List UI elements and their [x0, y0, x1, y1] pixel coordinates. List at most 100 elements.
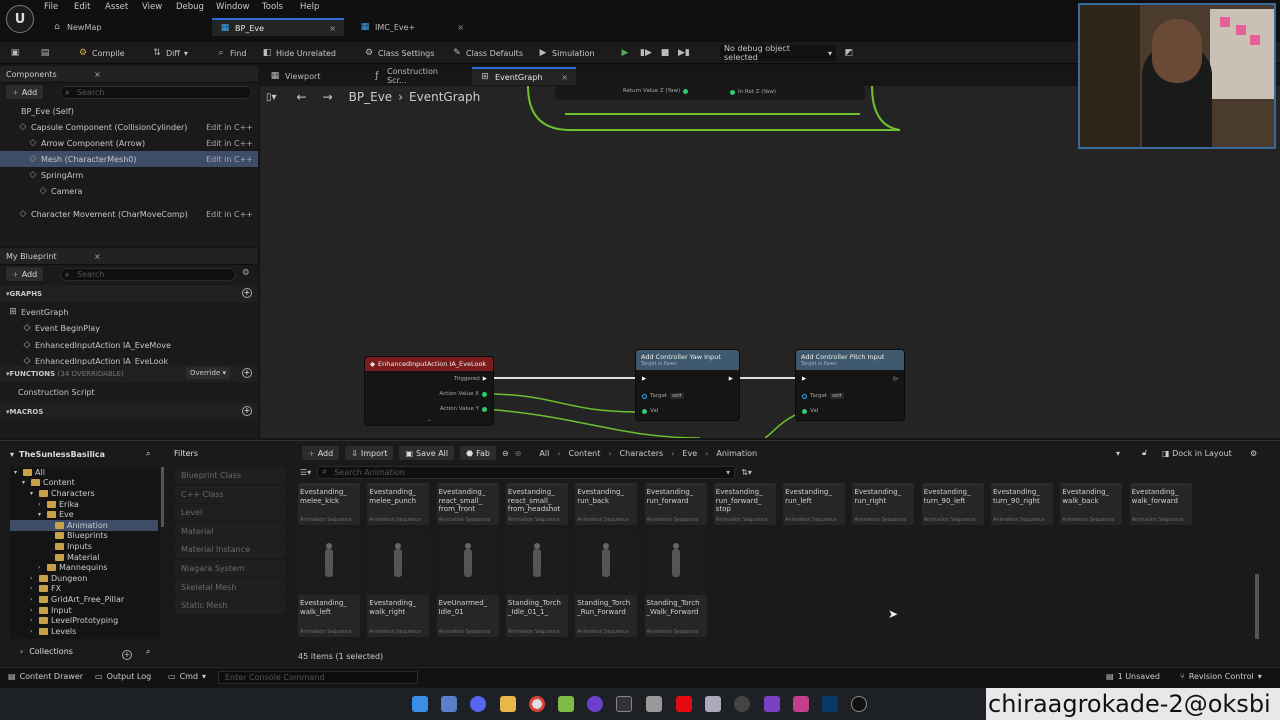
path-dropdown-icon[interactable]: ▾: [1116, 449, 1120, 458]
asset-tile[interactable]: Evestanding_ turn_90_left Animation Seque…: [921, 483, 984, 525]
revision-control-button[interactable]: ⑂ Revision Control ▾: [1180, 672, 1262, 681]
fab-button[interactable]: ⬣ Fab: [460, 446, 496, 460]
component-capsule[interactable]: ◇ Capsule Component (CollisionCylinder) Ed…: [0, 119, 258, 135]
action-value-x-pin[interactable]: Action Value X: [439, 391, 487, 397]
add-function-icon[interactable]: +: [242, 368, 252, 378]
asset-tile[interactable]: Evestanding_ walk_right Animation Sequenc…: [367, 531, 430, 637]
collections-header[interactable]: › Collections + ⌕: [20, 647, 160, 660]
folder-gridart-free-pillar[interactable]: › GridArt_Free_Pillar: [10, 594, 158, 605]
edit-in-cpp-link[interactable]: Edit in C++: [206, 139, 253, 148]
filter-skeletal-mesh[interactable]: Skeletal Mesh: [175, 578, 285, 596]
filter-icon[interactable]: ☰▾: [300, 468, 311, 477]
edit-in-cpp-link[interactable]: Edit in C++: [206, 123, 253, 132]
pitch-exec-out-pin[interactable]: ▷: [894, 376, 898, 382]
save-icon[interactable]: ▣: [10, 45, 20, 61]
asset-tile[interactable]: Standing_Torch _Idle_01_1_ Animation Sequ…: [505, 531, 568, 637]
file-explorer-icon[interactable]: [500, 696, 516, 712]
asset-tile[interactable]: Evestanding_ react_small_ from_headshot A…: [505, 483, 568, 525]
stop-button[interactable]: ■: [660, 45, 670, 61]
path-characters[interactable]: Characters: [620, 449, 664, 458]
components-search-input[interactable]: ⌕ Search: [60, 86, 252, 99]
folder-levels[interactable]: › Levels: [10, 626, 158, 637]
filter-level[interactable]: Level: [175, 504, 285, 522]
cmd-dropdown[interactable]: ▭ Cmd ▾: [168, 672, 206, 681]
asset-tile[interactable]: Evestanding_ turn_90_right Animation Sequ…: [991, 483, 1053, 525]
component-camera[interactable]: ◇ Camera: [0, 183, 258, 199]
filter-c-class[interactable]: C++ Class: [175, 485, 285, 503]
add-component-button[interactable]: + Add: [6, 85, 44, 99]
asset-tile[interactable]: Evestanding_ walk_back Animation Sequence: [1060, 483, 1123, 525]
folder-blueprints[interactable]: Blueprints: [10, 531, 158, 542]
filter-blueprint-class[interactable]: Blueprint Class: [175, 467, 285, 484]
close-icon[interactable]: ×: [561, 73, 568, 82]
yaw-exec-out-pin[interactable]: ▶: [729, 376, 733, 382]
construction-script-item[interactable]: Construction Script: [0, 384, 258, 400]
menu-tools[interactable]: Tools: [262, 2, 283, 15]
app-icon-2[interactable]: [646, 696, 662, 712]
close-icon[interactable]: ×: [329, 24, 336, 33]
browse-icon[interactable]: ▤: [40, 45, 50, 61]
yaw-val-pin[interactable]: Val: [642, 408, 658, 414]
menu-edit[interactable]: Edit: [74, 2, 90, 15]
edit-in-cpp-link[interactable]: Edit in C++: [206, 155, 253, 164]
close-icon[interactable]: ×: [457, 23, 464, 32]
asset-tile[interactable]: Evestanding_ run_right Animation Sequence: [852, 483, 915, 525]
folder-mannequins[interactable]: › Mannequins: [10, 562, 158, 573]
compile-button[interactable]: ⚙ Compile: [78, 45, 125, 61]
editor-tab-viewport[interactable]: ▦ Viewport: [262, 67, 360, 85]
path-animation[interactable]: Animation: [716, 449, 757, 458]
folder-characters[interactable]: ▾ Characters: [10, 488, 158, 499]
asset-tile[interactable]: Evestanding_ run_back Animation Sequence: [575, 483, 638, 525]
unsaved-button[interactable]: ▤ 1 Unsaved: [1106, 672, 1160, 681]
pitch-target-pin[interactable]: Target self: [802, 393, 844, 399]
asset-scrollbar[interactable]: [1255, 574, 1259, 639]
component-arrow[interactable]: ◇ Arrow Component (Arrow) Edit in C++: [0, 135, 258, 151]
chrome-icon[interactable]: [529, 696, 545, 712]
find-button[interactable]: ⌕ Find: [216, 45, 246, 61]
pitch-exec-in-pin[interactable]: ▶: [802, 376, 806, 382]
action-value-y-pin[interactable]: Action Value Y: [440, 406, 487, 412]
search-icon[interactable]: ⌕: [146, 449, 150, 459]
menu-debug[interactable]: Debug: [176, 2, 204, 15]
filter-material[interactable]: Material: [175, 522, 285, 540]
asset-tile[interactable]: Evestanding_ walk_left Animation Sequence: [298, 531, 360, 637]
pitch-val-pin[interactable]: Val: [802, 408, 818, 414]
component-springarm[interactable]: ◇ SpringArm: [0, 167, 258, 183]
asset-tile[interactable]: Evestanding_ melee_kick Animation Sequenc…: [298, 483, 360, 525]
filters-label[interactable]: Filters: [174, 449, 198, 458]
pause-button[interactable]: ▮▶: [640, 45, 652, 61]
close-icon[interactable]: ×: [94, 70, 101, 79]
play-button[interactable]: ▶: [620, 45, 630, 61]
folder-material[interactable]: Material: [10, 552, 158, 563]
content-drawer-button[interactable]: ▤ Content Drawer: [8, 672, 83, 681]
add-graph-icon[interactable]: +: [242, 288, 252, 298]
class-defaults-button[interactable]: ✎ Class Defaults: [452, 45, 523, 61]
graph-item[interactable]: ◇ Event BeginPlay: [0, 320, 258, 336]
graph-item[interactable]: ◇ EnhancedInputAction IA_EveMove: [0, 337, 258, 353]
app-icon-3[interactable]: [705, 696, 721, 712]
path-all[interactable]: All: [539, 449, 549, 458]
history-back-icon[interactable]: ⊖: [502, 449, 509, 458]
graphs-section-header[interactable]: ▾ GRAPHS +: [0, 285, 258, 302]
folder-all[interactable]: ▾ All: [10, 467, 158, 478]
import-button[interactable]: ⇩ Import: [345, 446, 394, 460]
folder-input[interactable]: › Input: [10, 605, 158, 616]
project-header[interactable]: ▾ TheSunlessBasilica ⌕: [10, 447, 160, 461]
filter-static-mesh[interactable]: Static Mesh: [175, 597, 285, 615]
folder-eve[interactable]: ▾ Eve: [10, 509, 158, 520]
search-icon[interactable]: ⌕: [146, 647, 150, 657]
path-content[interactable]: Content: [569, 449, 601, 458]
asset-tile[interactable]: Evestanding_ run_forward_ stop Animation …: [713, 483, 776, 525]
advance-button[interactable]: ▶▮: [678, 45, 690, 61]
lock-icon[interactable]: 🔓︎: [1142, 448, 1147, 458]
component-mesh[interactable]: ◇ Mesh (CharacterMesh0) Edit in C++: [0, 151, 258, 167]
terminal-icon[interactable]: [616, 696, 632, 712]
expand-chevron-icon[interactable]: ⌄: [427, 417, 432, 423]
class-settings-button[interactable]: ⚙ Class Settings: [364, 45, 434, 61]
doc-tab-newmap[interactable]: ⌂ NewMap: [44, 18, 204, 36]
app-icon-5[interactable]: [793, 696, 809, 712]
close-icon[interactable]: ×: [94, 252, 101, 261]
settings-gear-icon[interactable]: ⚙: [242, 268, 250, 278]
add-collection-icon[interactable]: +: [122, 650, 132, 660]
functions-section-header[interactable]: ▾ FUNCTIONS (34 OVERRIDABLE) Override ▾ …: [0, 365, 258, 382]
